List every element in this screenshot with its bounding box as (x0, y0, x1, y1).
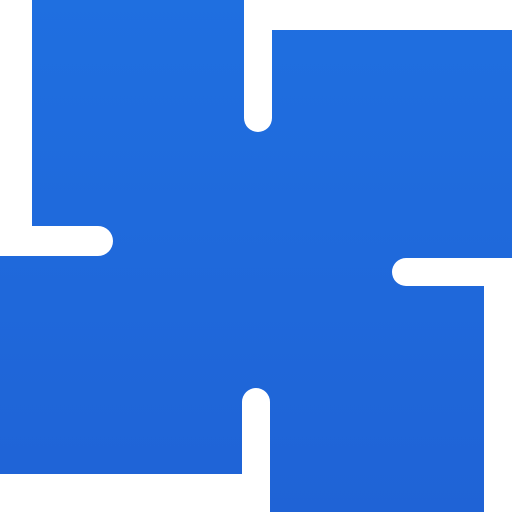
logo-canvas (0, 0, 512, 512)
logo-top-left-block (0, 0, 512, 512)
four-square-logo-icon (0, 0, 512, 512)
